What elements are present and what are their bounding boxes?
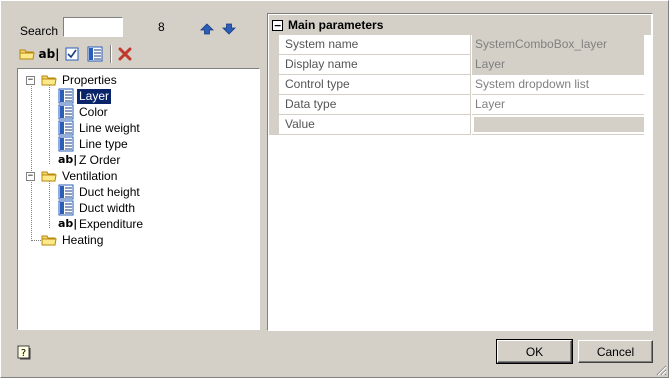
tree-line xyxy=(31,240,41,241)
tree-line xyxy=(31,84,32,241)
delete-icon xyxy=(118,47,132,61)
checkbox-icon xyxy=(65,47,79,61)
property-name: Display name xyxy=(279,55,471,75)
property-value-text: Layer xyxy=(475,57,506,71)
add-checkbox-button[interactable] xyxy=(63,45,81,63)
add-text-field-button[interactable]: ab| xyxy=(38,45,60,63)
cancel-button[interactable]: Cancel xyxy=(578,340,653,363)
folder-open-icon xyxy=(41,171,57,182)
grid-row-control-type[interactable]: Control type System dropdown list xyxy=(269,75,651,95)
property-name: Data type xyxy=(279,95,471,115)
tree-node-layer[interactable]: Layer xyxy=(58,88,112,104)
list-icon xyxy=(87,46,103,62)
tree-node-heating[interactable]: Heating xyxy=(41,232,105,248)
property-value: Layer xyxy=(472,55,644,75)
category-header[interactable]: − Main parameters xyxy=(269,15,651,35)
svg-text:?: ? xyxy=(21,348,26,359)
add-folder-button[interactable] xyxy=(18,45,36,63)
search-input-box[interactable] xyxy=(63,17,123,37)
tree-node-label: Heating xyxy=(62,232,104,247)
toolbar-separator xyxy=(110,45,112,63)
row-gutter xyxy=(269,75,279,95)
row-gutter xyxy=(269,95,279,115)
tree-node-line-weight[interactable]: Line weight xyxy=(58,120,142,136)
help-icon[interactable]: ? xyxy=(17,345,31,360)
properties-tree[interactable]: − Properties Layer Color Line weight Lin… xyxy=(17,68,260,330)
tree-node-label: Duct height xyxy=(79,184,140,199)
property-value-text: Layer xyxy=(475,97,506,111)
value-input-shade xyxy=(474,117,644,132)
add-list-button[interactable] xyxy=(86,45,104,63)
delete-button[interactable] xyxy=(116,45,134,63)
tree-node-label: Z Order xyxy=(79,152,121,167)
grid-row-value[interactable]: Value xyxy=(269,115,651,135)
folder-open-icon xyxy=(41,75,57,86)
property-value-text: SystemComboBox_layer xyxy=(475,37,608,51)
ok-button[interactable]: OK xyxy=(496,339,573,364)
resize-grip-icon[interactable] xyxy=(655,364,667,376)
tree-line xyxy=(49,180,50,228)
tree-node-expenditure[interactable]: ab| Expenditure xyxy=(58,216,145,232)
row-gutter xyxy=(269,115,279,135)
list-icon xyxy=(58,104,74,120)
property-name: Value xyxy=(279,115,471,135)
result-count: 8 xyxy=(158,20,165,34)
tree-node-label: Color xyxy=(79,104,108,119)
grid-row-data-type[interactable]: Data type Layer xyxy=(269,95,651,115)
text-field-icon: ab| xyxy=(58,217,78,230)
tree-node-label: Line weight xyxy=(79,120,140,135)
collapse-toggle[interactable]: − xyxy=(272,19,283,31)
tree-node-label: Expenditure xyxy=(79,216,144,231)
list-icon xyxy=(58,184,74,200)
search-label: Search xyxy=(20,24,59,38)
arrow-down-icon[interactable] xyxy=(222,22,236,36)
property-value: Layer xyxy=(472,95,644,115)
tree-node-z-order[interactable]: ab| Z Order xyxy=(58,152,122,168)
tree-node-label: Duct width xyxy=(79,200,136,215)
tree-node-line-type[interactable]: Line type xyxy=(58,136,130,152)
tree-node-color[interactable]: Color xyxy=(58,104,110,120)
list-icon xyxy=(58,136,74,152)
collapse-toggle[interactable]: − xyxy=(26,171,35,181)
grid-row-system-name[interactable]: System name SystemComboBox_layer xyxy=(269,35,651,55)
row-gutter xyxy=(269,55,279,75)
folder-icon xyxy=(19,49,35,60)
property-value-field[interactable] xyxy=(472,115,644,135)
tree-node-duct-width[interactable]: Duct width xyxy=(58,200,137,216)
text-field-icon: ab| xyxy=(58,153,78,166)
collapse-toggle[interactable]: − xyxy=(26,75,35,85)
property-value-text: System dropdown list xyxy=(475,77,590,91)
row-gutter xyxy=(269,35,279,55)
property-name: Control type xyxy=(279,75,471,95)
tree-line xyxy=(49,84,50,164)
tree-node-label: Line type xyxy=(79,136,128,151)
search-input[interactable] xyxy=(64,18,122,36)
folder-icon xyxy=(41,235,57,246)
property-grid[interactable]: − Main parameters System name SystemComb… xyxy=(267,13,653,331)
category-title: Main parameters xyxy=(288,18,384,32)
tree-node-label: Ventilation xyxy=(62,168,118,183)
property-value: System dropdown list xyxy=(472,75,644,95)
tree-node-ventilation[interactable]: − Ventilation xyxy=(26,168,119,184)
tree-node-label: Layer xyxy=(77,88,112,104)
tree-node-duct-height[interactable]: Duct height xyxy=(58,184,142,200)
property-name: System name xyxy=(279,35,471,55)
text-field-icon: ab| xyxy=(38,47,60,61)
tree-node-label: Properties xyxy=(62,72,117,87)
arrow-up-icon[interactable] xyxy=(200,22,214,36)
list-icon xyxy=(58,120,74,136)
grid-row-display-name[interactable]: Display name Layer xyxy=(269,55,651,75)
property-value: SystemComboBox_layer xyxy=(472,35,644,55)
list-icon xyxy=(58,88,74,104)
tree-node-properties[interactable]: − Properties xyxy=(26,72,119,88)
list-icon xyxy=(58,200,74,216)
